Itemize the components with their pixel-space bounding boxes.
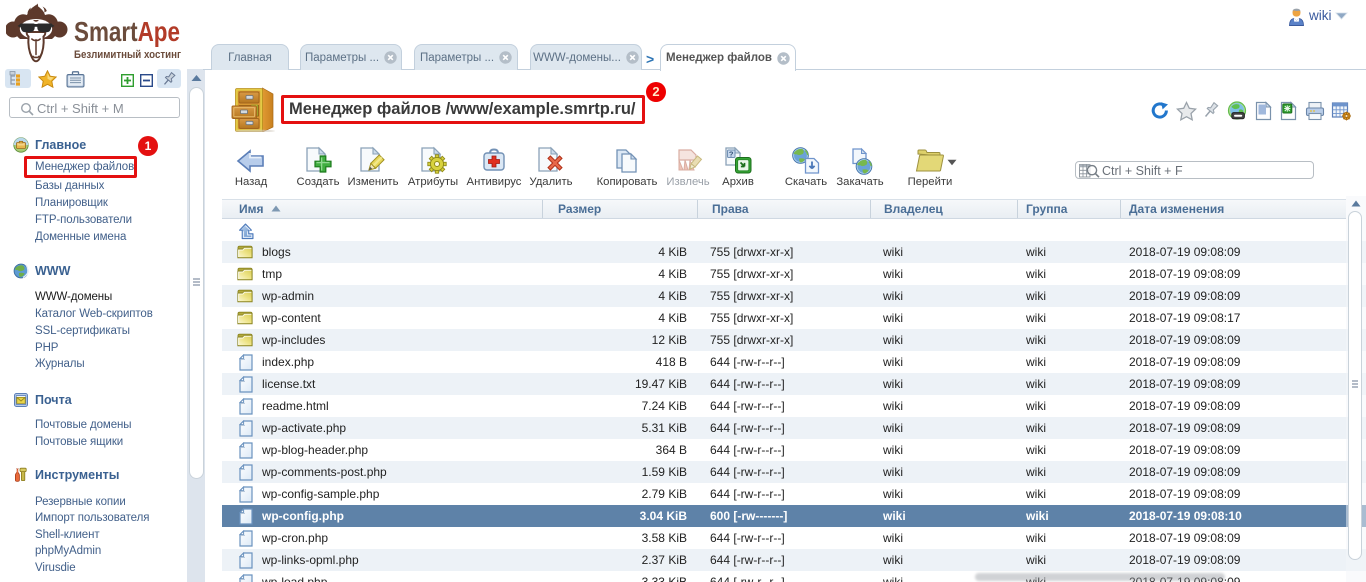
svg-text:SmartApe: SmartApe bbox=[74, 16, 180, 47]
svg-text:Безлимитный хостинг: Безлимитный хостинг bbox=[74, 49, 181, 61]
svg-text:?: ? bbox=[729, 149, 734, 158]
